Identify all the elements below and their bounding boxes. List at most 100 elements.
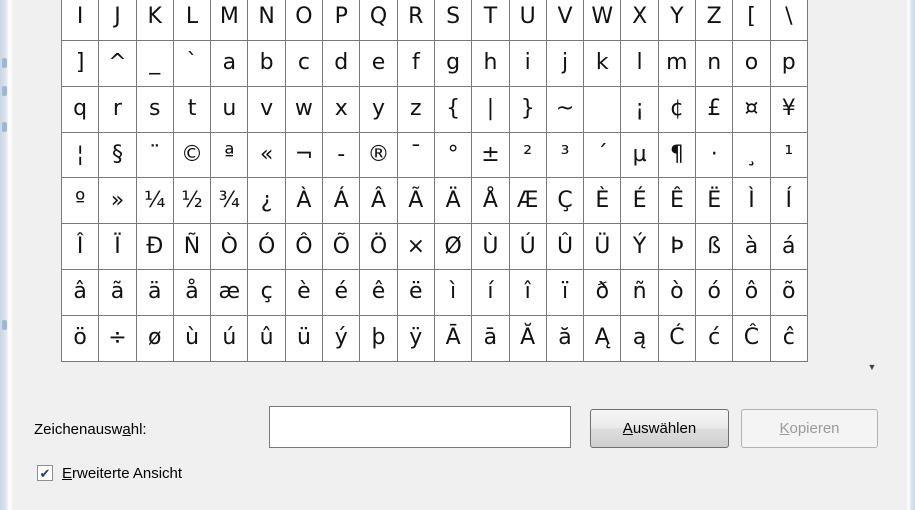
character-cell[interactable]: f bbox=[397, 40, 435, 87]
character-cell[interactable]: æ bbox=[211, 270, 249, 316]
character-cell[interactable]: Ø bbox=[434, 224, 473, 271]
character-cell[interactable]: Ą bbox=[584, 315, 622, 362]
character-cell[interactable]: a bbox=[211, 40, 249, 87]
character-cell[interactable]: â bbox=[62, 270, 100, 316]
character-cell[interactable]: ° bbox=[434, 132, 473, 179]
character-cell[interactable]: À bbox=[285, 178, 324, 225]
character-cell[interactable]: ò bbox=[658, 270, 697, 316]
character-cell[interactable]: Ö bbox=[360, 224, 398, 271]
character-cell[interactable]: l bbox=[621, 40, 659, 87]
character-cell[interactable]: ¼ bbox=[136, 178, 174, 225]
character-cell[interactable]: Å bbox=[472, 178, 510, 225]
character-cell[interactable]: ¨ bbox=[136, 132, 174, 179]
character-cell[interactable]: ´ bbox=[584, 132, 622, 179]
character-cell[interactable]: ` bbox=[173, 40, 212, 87]
character-cell[interactable]: ú bbox=[211, 315, 249, 362]
character-cell[interactable]: - bbox=[323, 132, 361, 179]
character-cell[interactable]: ¸ bbox=[733, 132, 771, 179]
character-cell[interactable]: ë bbox=[397, 270, 435, 316]
character-cell[interactable]: º bbox=[62, 178, 100, 225]
character-cell[interactable]: Ã bbox=[397, 178, 435, 225]
character-cell[interactable]: V bbox=[546, 0, 585, 41]
character-cell[interactable]: á bbox=[770, 224, 808, 271]
character-cell[interactable]: ¢ bbox=[658, 86, 697, 133]
character-cell[interactable]: ³ bbox=[546, 132, 585, 179]
character-cell[interactable]: § bbox=[99, 132, 137, 179]
character-cell[interactable]: x bbox=[323, 86, 361, 133]
character-cell[interactable]: ñ bbox=[621, 270, 659, 316]
character-cell[interactable]: Ò bbox=[211, 224, 249, 271]
character-cell[interactable]: q bbox=[62, 86, 100, 133]
character-cell[interactable]: Û bbox=[546, 224, 585, 271]
character-cell[interactable]: | bbox=[472, 86, 510, 133]
character-cell[interactable]: Â bbox=[360, 178, 398, 225]
character-cell[interactable]: µ bbox=[621, 132, 659, 179]
character-cell[interactable]: ì bbox=[434, 270, 473, 316]
character-cell[interactable]: Ĉ bbox=[733, 315, 771, 362]
select-button[interactable]: Auswählen bbox=[590, 409, 729, 448]
character-cell[interactable]: Æ bbox=[509, 178, 547, 225]
character-cell[interactable]: ® bbox=[360, 132, 398, 179]
character-cell[interactable]: û bbox=[248, 315, 286, 362]
character-cell[interactable]: \ bbox=[770, 0, 808, 41]
character-cell[interactable]: Ê bbox=[658, 178, 697, 225]
character-cell[interactable]: ½ bbox=[173, 178, 212, 225]
character-cell[interactable]: © bbox=[173, 132, 212, 179]
advanced-view-label[interactable]: Erweiterte Ansicht bbox=[62, 465, 182, 482]
character-cell[interactable]: Î bbox=[62, 224, 100, 271]
character-cell[interactable]: Ä bbox=[434, 178, 473, 225]
character-cell[interactable]: I bbox=[62, 0, 100, 41]
character-cell[interactable]: £ bbox=[696, 86, 734, 133]
character-cell[interactable]: z bbox=[397, 86, 435, 133]
character-cell[interactable]: r bbox=[99, 86, 137, 133]
character-cell[interactable]: ù bbox=[173, 315, 212, 362]
character-cell[interactable]: ± bbox=[472, 132, 510, 179]
character-cell[interactable]: õ bbox=[770, 270, 808, 316]
character-cell[interactable]: Ü bbox=[584, 224, 622, 271]
character-cell[interactable]: ¡ bbox=[621, 86, 659, 133]
character-cell[interactable]: P bbox=[323, 0, 361, 41]
character-cell[interactable]: ä bbox=[136, 270, 174, 316]
character-cell[interactable]: ã bbox=[99, 270, 137, 316]
character-cell[interactable]: ¦ bbox=[62, 132, 100, 179]
character-cell[interactable]: } bbox=[509, 86, 547, 133]
character-cell[interactable]: K bbox=[136, 0, 174, 41]
character-cell[interactable]: { bbox=[434, 86, 473, 133]
character-cell[interactable]: t bbox=[173, 86, 212, 133]
character-cell[interactable]: k bbox=[584, 40, 622, 87]
character-cell[interactable]: L bbox=[173, 0, 212, 41]
character-cell[interactable]: ¤ bbox=[733, 86, 771, 133]
character-cell[interactable]: Þ bbox=[658, 224, 697, 271]
character-cell[interactable]: v bbox=[248, 86, 286, 133]
character-cell[interactable]: È bbox=[584, 178, 622, 225]
character-cell[interactable]: ¬ bbox=[285, 132, 324, 179]
character-cell[interactable]: ç bbox=[248, 270, 286, 316]
advanced-view-checkbox[interactable]: ✔ bbox=[37, 465, 53, 481]
character-cell[interactable]: Á bbox=[323, 178, 361, 225]
character-cell[interactable]: Ñ bbox=[173, 224, 212, 271]
character-cell[interactable]: Ì bbox=[733, 178, 771, 225]
character-cell[interactable]: ĉ bbox=[770, 315, 808, 362]
character-cell[interactable]: è bbox=[285, 270, 324, 316]
character-cell[interactable]: Ô bbox=[285, 224, 324, 271]
character-cell[interactable]: M bbox=[211, 0, 249, 41]
character-grid[interactable]: I J K L M N O P Q R S T U V W X Y Z[\] ^ _ ` a b c d e f g h i j k l m n o p… bbox=[61, 0, 808, 362]
character-cell[interactable]: Ó bbox=[248, 224, 286, 271]
character-cell[interactable]: b bbox=[248, 40, 286, 87]
character-selection-input[interactable] bbox=[269, 406, 571, 448]
character-cell[interactable]: N bbox=[248, 0, 286, 41]
character-cell[interactable]: s bbox=[136, 86, 174, 133]
character-cell[interactable]: Ā bbox=[434, 315, 473, 362]
character-cell[interactable]: × bbox=[397, 224, 435, 271]
character-cell[interactable]: ¯ bbox=[397, 132, 435, 179]
character-cell[interactable]: ü bbox=[285, 315, 324, 362]
character-cell[interactable]: » bbox=[99, 178, 137, 225]
character-cell[interactable]: ] bbox=[62, 40, 100, 87]
character-cell[interactable]: i bbox=[509, 40, 547, 87]
character-cell[interactable]: « bbox=[248, 132, 286, 179]
character-cell[interactable]: o bbox=[733, 40, 771, 87]
character-cell[interactable]: j bbox=[546, 40, 585, 87]
character-cell[interactable]: ¹ bbox=[770, 132, 808, 179]
character-cell[interactable]: R bbox=[397, 0, 435, 41]
character-cell[interactable]: ² bbox=[509, 132, 547, 179]
